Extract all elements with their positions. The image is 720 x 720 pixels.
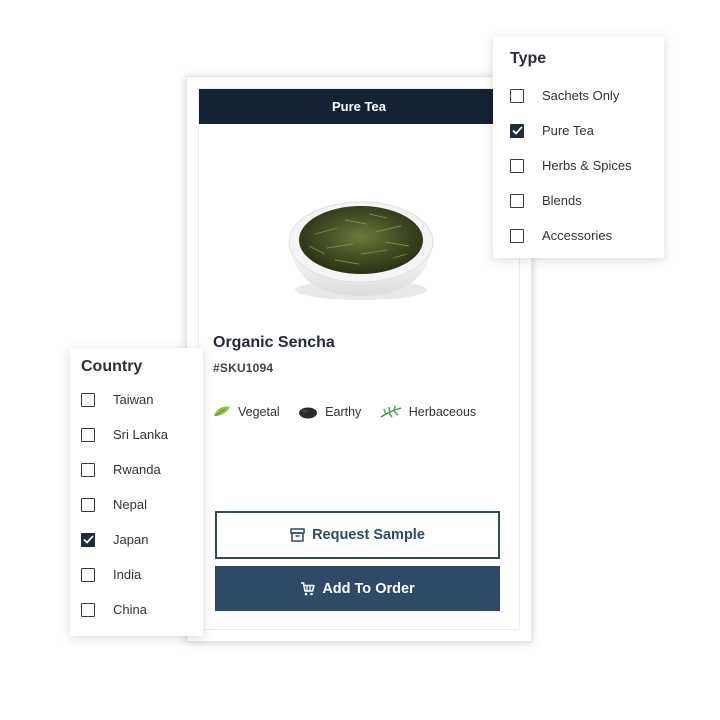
checkbox[interactable] xyxy=(81,497,95,512)
filter-option-sri-lanka[interactable]: Sri Lanka xyxy=(81,417,203,452)
checkbox[interactable] xyxy=(81,602,95,617)
type-filter-panel: Type Sachets Only Pure Tea Herbs & Spice… xyxy=(493,36,664,258)
flavor-tags: Vegetal Earthy Herbaceous xyxy=(213,394,513,429)
filter-option-label: Sri Lanka xyxy=(113,427,168,442)
checkmark-icon xyxy=(511,126,523,135)
filter-option-accessories[interactable]: Accessories xyxy=(510,218,664,253)
checkbox[interactable] xyxy=(81,462,95,477)
flavor-tag-label: Herbaceous xyxy=(408,404,477,419)
add-to-order-button[interactable]: Add To Order xyxy=(215,566,500,611)
filter-option-sachets-only[interactable]: Sachets Only xyxy=(510,78,664,113)
filter-option-label: Accessories xyxy=(542,228,613,243)
request-sample-button[interactable]: Request Sample xyxy=(215,511,500,559)
checkbox[interactable] xyxy=(510,193,524,208)
leaf-icon xyxy=(213,405,231,419)
checkbox[interactable] xyxy=(81,567,95,582)
product-title[interactable]: Organic Sencha xyxy=(213,334,335,352)
filter-option-label: Herbs & Spices xyxy=(542,158,632,173)
filter-option-taiwan[interactable]: Taiwan xyxy=(81,382,203,417)
herb-icon xyxy=(380,405,402,419)
flavor-tag: Herbaceous xyxy=(380,394,476,429)
product-sku: #SKU1094 xyxy=(213,361,274,375)
filter-option-herbs-spices[interactable]: Herbs & Spices xyxy=(510,148,664,183)
soil-icon xyxy=(298,405,318,419)
flavor-tag: Vegetal xyxy=(213,394,280,429)
filter-option-label: China xyxy=(113,602,147,617)
archive-box-icon xyxy=(290,528,305,542)
filter-option-label: Nepal xyxy=(113,497,147,512)
filter-option-pure-tea[interactable]: Pure Tea xyxy=(510,113,664,148)
filter-option-label: Taiwan xyxy=(113,392,154,407)
flavor-tag-label: Earthy xyxy=(325,404,362,419)
country-filter-panel: Country Taiwan Sri Lanka Rwanda Nepal Ja… xyxy=(70,348,203,636)
product-card: Pure Tea Organic Sencha #SKU1094 Vegetal… xyxy=(186,76,532,642)
product-card-body: Pure Tea Organic Sencha #SKU1094 Vegetal… xyxy=(198,88,531,630)
checkbox[interactable] xyxy=(81,427,95,442)
cart-icon xyxy=(300,581,316,596)
filter-option-label: Rwanda xyxy=(113,462,161,477)
product-image xyxy=(275,184,447,314)
country-filter-title: Country xyxy=(81,358,143,375)
checkbox[interactable] xyxy=(81,532,95,547)
checkmark-icon xyxy=(82,535,94,544)
checkbox[interactable] xyxy=(510,228,524,243)
checkbox[interactable] xyxy=(510,88,524,103)
filter-option-japan[interactable]: Japan xyxy=(81,522,203,557)
filter-option-label: India xyxy=(113,567,142,582)
add-to-order-label: Add To Order xyxy=(322,580,415,597)
filter-option-label: Blends xyxy=(542,193,582,208)
filter-option-nepal[interactable]: Nepal xyxy=(81,487,203,522)
checkbox[interactable] xyxy=(510,123,524,138)
checkbox[interactable] xyxy=(510,158,524,173)
flavor-tag-label: Vegetal xyxy=(238,404,280,419)
request-sample-label: Request Sample xyxy=(312,527,425,543)
filter-option-blends[interactable]: Blends xyxy=(510,183,664,218)
type-filter-title: Type xyxy=(510,50,547,67)
filter-option-label: Japan xyxy=(113,532,149,547)
filter-option-rwanda[interactable]: Rwanda xyxy=(81,452,203,487)
filter-option-china[interactable]: China xyxy=(81,592,203,627)
category-banner: Pure Tea xyxy=(199,89,519,124)
filter-option-india[interactable]: India xyxy=(81,557,203,592)
flavor-tag: Earthy xyxy=(298,394,361,429)
checkbox[interactable] xyxy=(81,392,95,407)
filter-option-label: Sachets Only xyxy=(542,88,620,103)
filter-option-label: Pure Tea xyxy=(542,123,594,138)
